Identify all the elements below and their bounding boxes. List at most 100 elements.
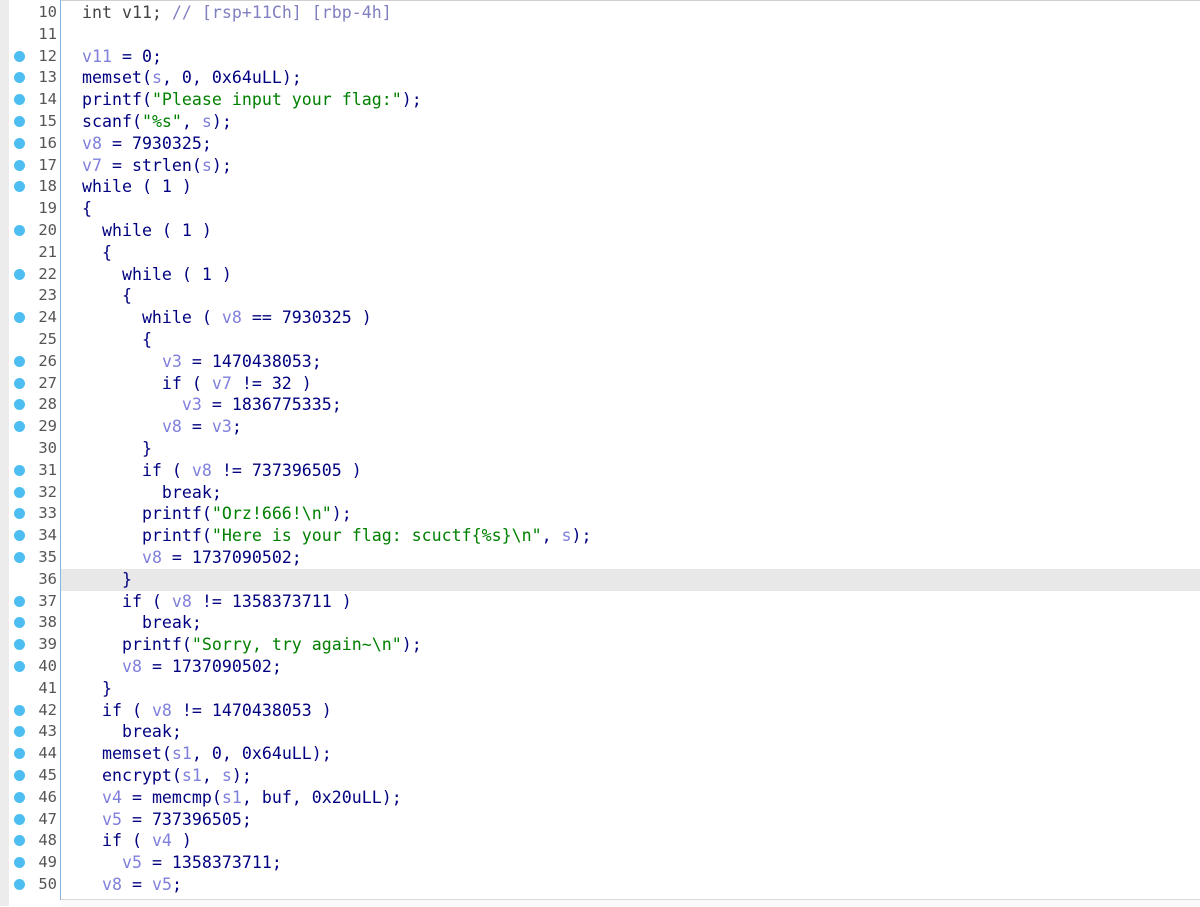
variable-token: s1: [171, 744, 192, 764]
breakpoint-dot-icon[interactable]: [14, 421, 25, 433]
code-token: , buf, 0x20uLL);: [241, 787, 402, 807]
code-line[interactable]: 12 v11 = 0;: [0, 46, 1200, 68]
breakpoint-dot-icon[interactable]: [14, 268, 25, 280]
breakpoint-dot-icon[interactable]: [14, 617, 25, 629]
code-line[interactable]: 39 printf("Sorry, try again~\n");: [0, 634, 1200, 656]
breakpoint-dot-icon[interactable]: [14, 857, 25, 869]
code-line[interactable]: 26 v3 = 1470438053;: [0, 351, 1200, 373]
breakpoint-dot-icon[interactable]: [14, 355, 25, 367]
code-line[interactable]: 36 }: [0, 568, 1200, 591]
code-line[interactable]: 16 v8 = 7930325;: [0, 133, 1200, 155]
code-line[interactable]: 46 v4 = memcmp(s1, buf, 0x20uLL);: [0, 787, 1200, 809]
breakpoint-dot-icon[interactable]: [14, 312, 25, 324]
breakpoint-dot-icon[interactable]: [14, 464, 25, 476]
code-line[interactable]: 33 printf("Orz!666!\n");: [0, 503, 1200, 525]
code-line[interactable]: 23 {: [0, 285, 1200, 307]
breakpoint-dot-icon[interactable]: [14, 595, 25, 607]
breakpoint-dot-icon[interactable]: [14, 748, 25, 760]
code-text: v8 = 1737090502;: [61, 656, 1200, 678]
breakpoint-dot-icon[interactable]: [14, 552, 25, 563]
breakpoint-dot-icon[interactable]: [14, 770, 25, 781]
code-line[interactable]: 10 int v11; // [rsp+11Ch] [rbp-4h]: [0, 2, 1200, 24]
breakpoint-dot-icon[interactable]: [14, 159, 25, 171]
code-token: =: [181, 417, 212, 437]
code-line[interactable]: 30 }: [0, 438, 1200, 460]
breakpoint-dot-icon[interactable]: [14, 116, 25, 127]
breakpoint-dot-icon[interactable]: [14, 661, 25, 672]
code-line[interactable]: 27 if ( v7 != 32 ): [0, 373, 1200, 395]
breakpoint-dot-icon[interactable]: [14, 508, 25, 520]
code-line[interactable]: 44 memset(s1, 0, 0x64uLL);: [0, 743, 1200, 765]
code-line[interactable]: 31 if ( v8 != 737396505 ): [0, 460, 1200, 482]
code-text: v8 = 7930325;: [61, 133, 1200, 155]
code-text: printf("Here is your flag: scuctf{%s}\n"…: [61, 525, 1200, 547]
breakpoint-dot-icon[interactable]: [14, 530, 25, 542]
line-number: 41: [38, 678, 57, 697]
breakpoint-dot-icon[interactable]: [14, 225, 25, 236]
breakpoint-dot-icon[interactable]: [14, 704, 25, 716]
breakpoint-dot-icon[interactable]: [14, 72, 25, 84]
line-number: 24: [38, 308, 57, 327]
code-line[interactable]: 21 {: [0, 242, 1200, 264]
code-line[interactable]: 22 while ( 1 ): [0, 264, 1200, 286]
code-line[interactable]: 14 printf("Please input your flag:");: [0, 89, 1200, 111]
code-line[interactable]: 29 v8 = v3;: [0, 416, 1200, 438]
breakpoint-dot-icon[interactable]: [14, 879, 25, 890]
breakpoint-dot-icon[interactable]: [14, 639, 25, 651]
code-line[interactable]: 17 v7 = strlen(s);: [0, 155, 1200, 177]
code-line[interactable]: 42 if ( v8 != 1470438053 ): [0, 700, 1200, 722]
code-line[interactable]: 15 scanf("%s", s);: [0, 111, 1200, 133]
code-line[interactable]: 34 printf("Here is your flag: scuctf{%s}…: [0, 525, 1200, 547]
code-text: v5 = 737396505;: [61, 809, 1200, 831]
code-line[interactable]: 38 break;: [0, 612, 1200, 634]
breakpoint-dot-icon[interactable]: [14, 181, 25, 193]
code-token: );: [231, 766, 252, 785]
code-line[interactable]: 11: [0, 24, 1200, 46]
line-number: 12: [38, 46, 57, 65]
code-line[interactable]: 47 v5 = 737396505;: [0, 809, 1200, 831]
breakpoint-dot-icon[interactable]: [14, 726, 25, 738]
code-line[interactable]: 32 break;: [0, 482, 1200, 504]
code-line[interactable]: 24 while ( v8 == 7930325 ): [0, 307, 1200, 329]
code-text: printf("Orz!666!\n");: [61, 503, 1200, 525]
code-line[interactable]: 43 break;: [0, 721, 1200, 743]
code-line[interactable]: 45 encrypt(s1, s);: [0, 765, 1200, 787]
breakpoint-dot-icon[interactable]: [14, 486, 25, 498]
code-line[interactable]: 28 v3 = 1836775335;: [0, 394, 1200, 416]
line-number: 37: [38, 591, 57, 610]
code-text: {: [61, 198, 1200, 220]
code-line[interactable]: 48 if ( v4 ): [0, 830, 1200, 852]
code-line[interactable]: 20 while ( 1 ): [0, 220, 1200, 242]
code-line[interactable]: 25 {: [0, 329, 1200, 351]
code-token: printf(: [82, 504, 212, 524]
variable-token: v8: [82, 133, 102, 153]
code-line[interactable]: 41 }: [0, 678, 1200, 700]
code-line[interactable]: 18 while ( 1 ): [0, 176, 1200, 198]
code-line[interactable]: 49 v5 = 1358373711;: [0, 852, 1200, 874]
code-line[interactable]: 19 {: [0, 198, 1200, 220]
code-line[interactable]: 35 v8 = 1737090502;: [0, 547, 1200, 569]
breakpoint-dot-icon[interactable]: [14, 399, 25, 411]
code-line[interactable]: 50 v8 = v5;: [0, 874, 1200, 896]
line-number: 26: [38, 351, 57, 370]
code-line[interactable]: 13 memset(s, 0, 0x64uLL);: [0, 67, 1200, 89]
breakpoint-dot-icon[interactable]: [14, 94, 25, 106]
breakpoint-dot-icon[interactable]: [14, 835, 25, 847]
breakpoint-dot-icon[interactable]: [14, 377, 25, 389]
string-literal: "Please input your flag:": [151, 90, 402, 110]
comment: // [rsp+11Ch] [rbp-4h]: [171, 3, 392, 22]
variable-token: s1: [181, 766, 202, 785]
breakpoint-dot-icon[interactable]: [14, 137, 25, 149]
breakpoint-dot-icon[interactable]: [14, 791, 25, 803]
code-text: if ( v8 != 1470438053 ): [61, 700, 1200, 722]
breakpoint-dot-icon[interactable]: [14, 813, 25, 825]
variable-token: v3: [211, 417, 232, 437]
top-border: [60, 0, 1200, 1]
code-text: break;: [61, 482, 1200, 504]
code-line[interactable]: 40 v8 = 1737090502;: [0, 656, 1200, 678]
breakpoint-dot-icon[interactable]: [14, 50, 25, 62]
variable-token: v7: [211, 373, 232, 393]
code-line[interactable]: 37 if ( v8 != 1358373711 ): [0, 591, 1200, 613]
